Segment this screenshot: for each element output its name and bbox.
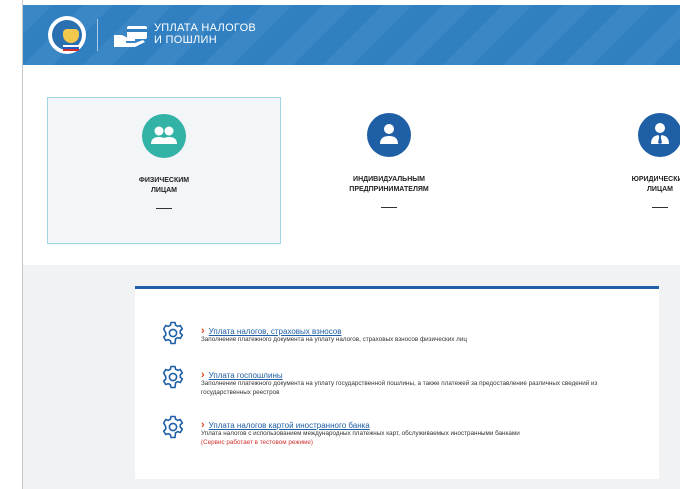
- category-entrepreneurs-label-line1: ИНДИВИДУАЛЬНЫМ: [353, 176, 425, 183]
- category-legal-entities-label-line2: ЛИЦАМ: [647, 186, 673, 193]
- site-title[interactable]: УПЛАТА НАЛОГОВ И ПОШЛИН: [154, 22, 256, 46]
- category-individuals-label-line1: ФИЗИЧЕСКИМ: [138, 177, 190, 184]
- site-title-line2: И ПОШЛИН: [154, 34, 217, 46]
- category-individuals-label-line2: ЛИЦАМ: [151, 187, 177, 194]
- category-entrepreneurs[interactable]: ИНДИВИДУАЛЬНЫМ ПРЕДПРИНИМАТЕЛЯМ: [273, 97, 505, 242]
- gear-icon: [162, 365, 184, 389]
- service-description-taxes: Заполнение платежного документа на уплат…: [201, 336, 467, 343]
- category-legal-entities-label: ЮРИДИЧЕСКИМ ЛИЦАМ: [610, 175, 680, 195]
- gear-icon: [162, 415, 184, 439]
- service-test-mode-note: (Сервис работает в тестовом режиме): [201, 439, 313, 446]
- category-legal-entities[interactable]: ЮРИДИЧЕСКИМ ЛИЦАМ: [503, 97, 680, 242]
- category-entrepreneurs-label-line2: ПРЕДПРИНИМАТЕЛЯМ: [349, 186, 429, 193]
- fns-emblem-icon[interactable]: [48, 16, 86, 54]
- services-panel: › Уплата налогов, страховых взносов Запол…: [135, 286, 659, 479]
- category-dash: [381, 207, 397, 208]
- category-individuals[interactable]: ФИЗИЧЕСКИМ ЛИЦАМ: [47, 97, 281, 244]
- site-header: УПЛАТА НАЛОГОВ И ПОШЛИН: [23, 5, 680, 65]
- window-left-edge: [0, 0, 23, 489]
- people-icon: [142, 114, 186, 158]
- category-dash: [652, 207, 668, 208]
- category-dash: [156, 208, 172, 209]
- site-title-line1: УПЛАТА НАЛОГОВ: [154, 22, 257, 34]
- gear-icon: [162, 321, 184, 345]
- category-entrepreneurs-label: ИНДИВИДУАЛЬНЫМ ПРЕДПРИНИМАТЕЛЯМ: [273, 175, 505, 195]
- service-description-foreign-card: Уплата налогов с использованием междунар…: [201, 430, 520, 437]
- person-icon: [367, 113, 411, 157]
- hand-card-icon: [114, 26, 147, 47]
- service-description-state-duty: Заполнение платежного документа на уплат…: [201, 380, 598, 396]
- businessman-icon: [638, 113, 680, 157]
- taxpayer-categories: ФИЗИЧЕСКИМ ЛИЦАМ ИНДИВИДУАЛЬНЫМ ПРЕДПРИН…: [23, 65, 680, 265]
- category-legal-entities-label-line1: ЮРИДИЧЕСКИМ: [631, 176, 680, 183]
- category-individuals-label: ФИЗИЧЕСКИМ ЛИЦАМ: [48, 176, 280, 196]
- header-divider: [97, 19, 98, 51]
